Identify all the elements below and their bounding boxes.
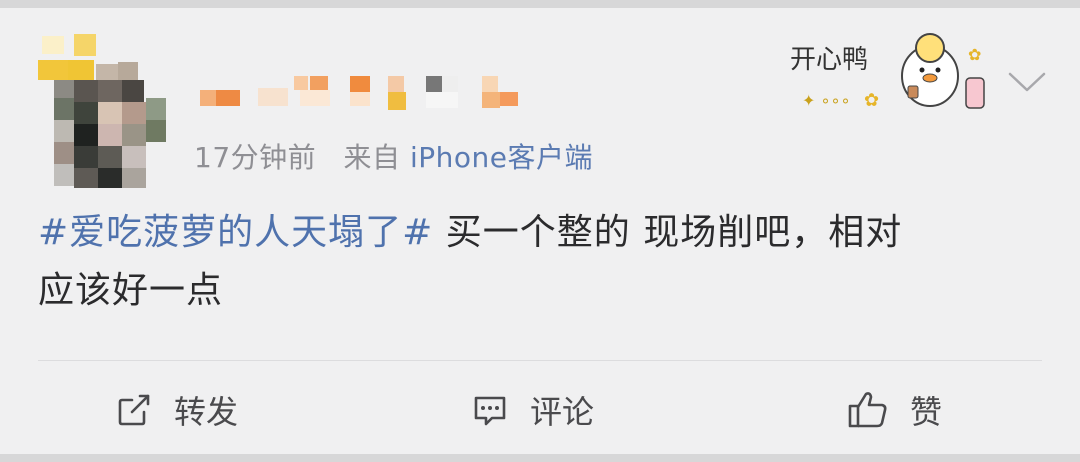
like-label: 赞 <box>910 393 943 431</box>
comment-button[interactable]: 评论 <box>470 384 594 436</box>
username-redacted[interactable] <box>200 76 530 120</box>
post-body-line1: 买一个整的 现场削吧，相对 <box>433 212 903 253</box>
source-prefix: 来自 <box>343 141 401 174</box>
avatar[interactable] <box>38 32 170 188</box>
like-button[interactable]: 赞 <box>846 384 942 436</box>
top-edge <box>0 0 1080 8</box>
repost-label: 转发 <box>174 393 239 431</box>
comment-label: 评论 <box>530 393 595 431</box>
share-icon <box>118 394 150 426</box>
svg-text:✦ ∘∘∘: ✦ ∘∘∘ <box>802 91 851 110</box>
sticker-text: 开心鸭 <box>790 45 868 75</box>
bottom-edge <box>0 454 1080 462</box>
post-time: 17分钟前 <box>194 141 317 174</box>
post-body-line2: 应该好一点 <box>38 270 224 311</box>
chevron-down-icon[interactable] <box>1006 68 1048 98</box>
thumbs-up-icon <box>848 392 887 428</box>
topic-hashtag-link[interactable]: #爱吃菠萝的人天塌了# <box>38 212 433 253</box>
post-content: #爱吃菠萝的人天塌了# 买一个整的 现场削吧，相对 应该好一点 <box>38 204 1048 320</box>
post-meta: 17分钟前 来自 iPhone客户端 <box>194 136 593 176</box>
duck-sticker-icon: 开心鸭 ✦ ∘∘∘ ✿ ✿ <box>790 33 985 111</box>
divider <box>38 360 1042 361</box>
happy-duck-sticker: 开心鸭 ✦ ∘∘∘ ✿ ✿ <box>790 20 990 120</box>
svg-text:✿: ✿ <box>968 45 981 64</box>
post-card: 17分钟前 来自 iPhone客户端 开心鸭 ✦ ∘∘∘ ✿ ✿ #爱吃菠萝的人… <box>0 8 1080 454</box>
comment-icon <box>474 396 506 426</box>
source-device-link[interactable]: iPhone客户端 <box>410 141 593 174</box>
repost-button[interactable]: 转发 <box>114 384 238 436</box>
svg-text:✿: ✿ <box>864 90 879 111</box>
